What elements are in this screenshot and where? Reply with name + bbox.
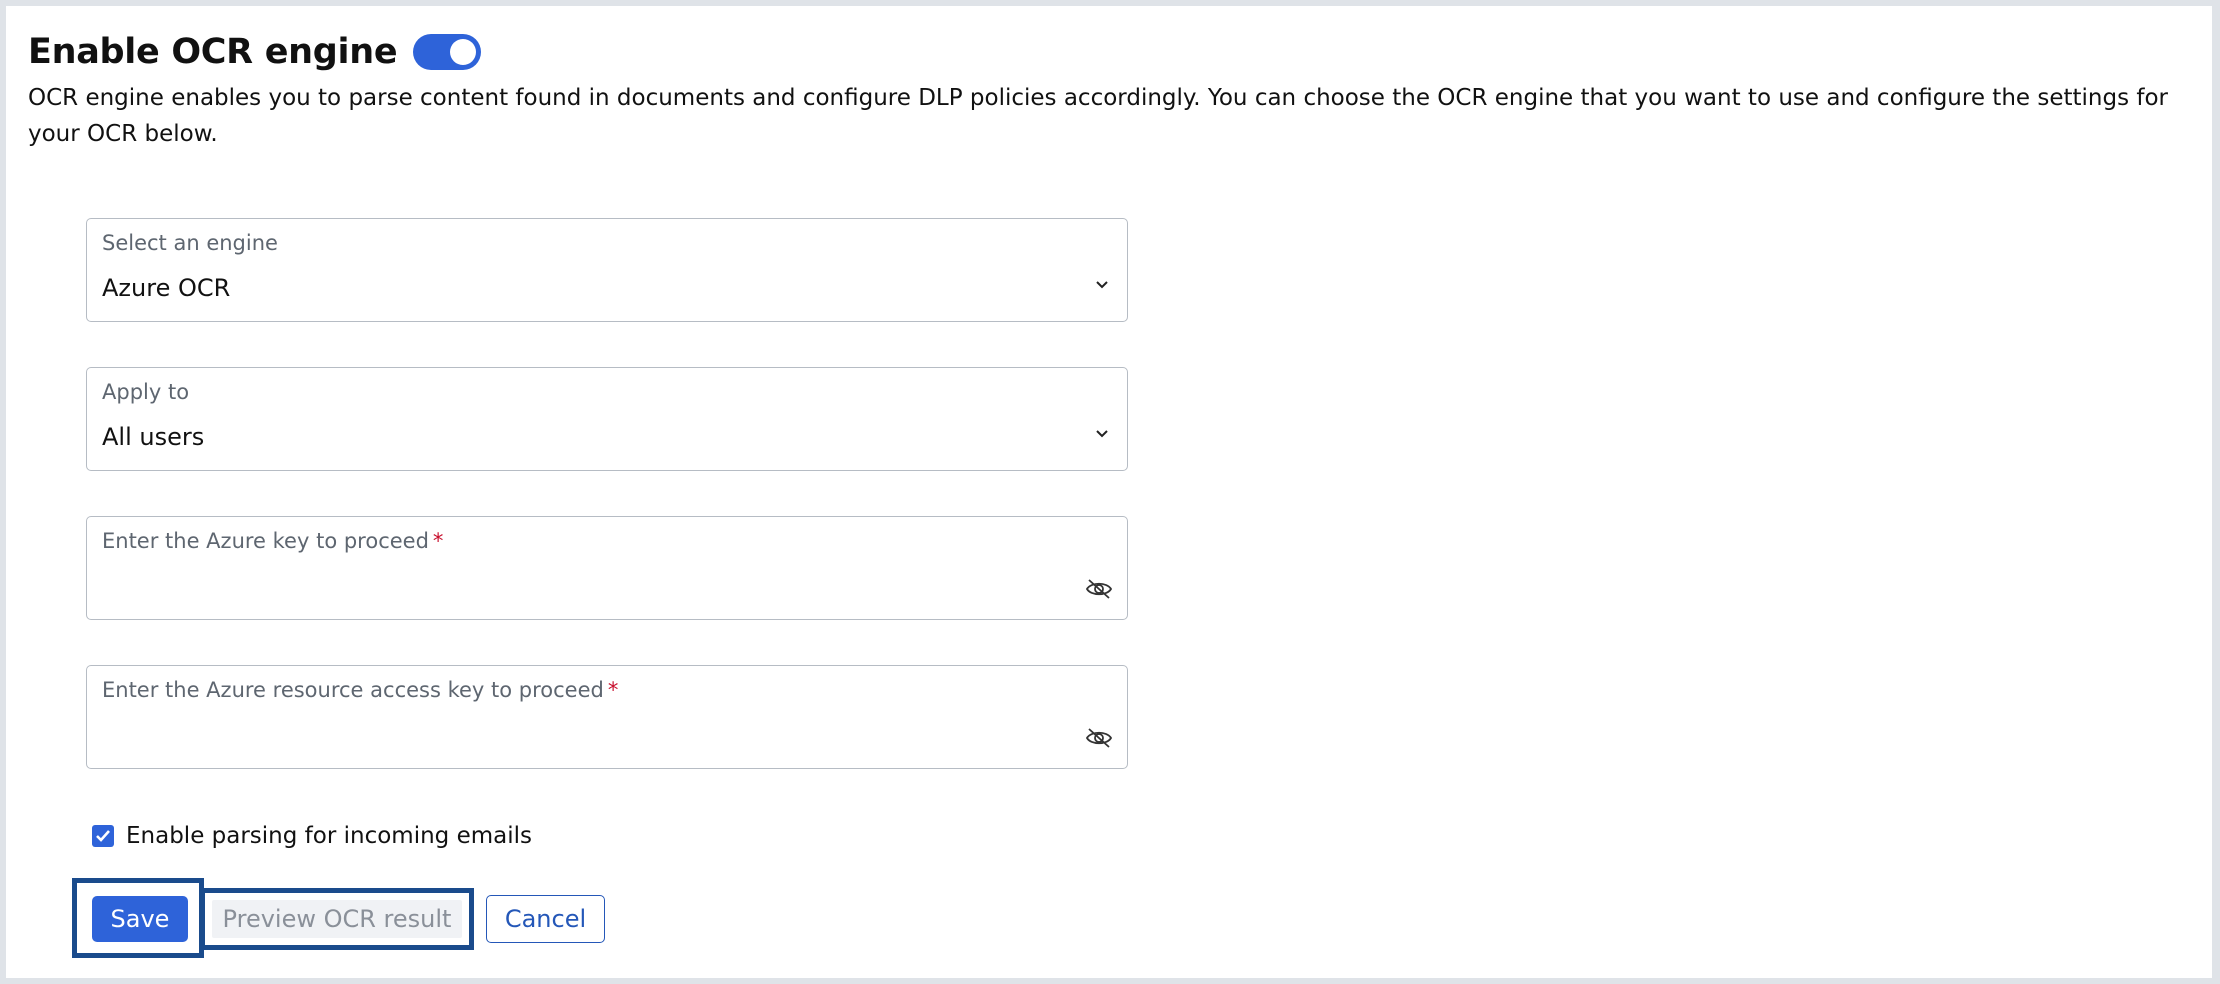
required-marker: * [432, 529, 444, 553]
chevron-down-icon [1096, 430, 1108, 438]
azure-key-field[interactable]: Enter the Azure key to proceed * [86, 516, 1128, 620]
apply-to-select[interactable]: Apply to All users [86, 367, 1128, 471]
page-title: Enable OCR engine [28, 32, 398, 72]
azure-key-label-text: Enter the Azure key to proceed [102, 529, 429, 553]
engine-select[interactable]: Select an engine Azure OCR [86, 218, 1128, 322]
enable-ocr-toggle[interactable] [413, 34, 482, 70]
checkmark-icon [96, 830, 110, 842]
cancel-button[interactable]: Cancel [486, 895, 605, 943]
resource-key-label: Enter the Azure resource access key to p… [102, 678, 618, 702]
azure-key-label: Enter the Azure key to proceed * [102, 529, 443, 553]
enable-parsing-checkbox[interactable] [92, 825, 114, 847]
engine-select-value: Azure OCR [102, 274, 231, 302]
save-button[interactable]: Save [92, 896, 188, 942]
eye-off-icon[interactable] [1085, 726, 1113, 750]
apply-to-label: Apply to [102, 380, 190, 404]
resource-key-label-text: Enter the Azure resource access key to p… [102, 678, 604, 702]
ocr-settings-panel: Enable OCR engine OCR engine enables you… [6, 6, 2212, 978]
enable-parsing-row: Enable parsing for incoming emails [92, 821, 532, 851]
title-row: Enable OCR engine [28, 28, 482, 76]
resource-key-field[interactable]: Enter the Azure resource access key to p… [86, 665, 1128, 769]
enable-parsing-label: Enable parsing for incoming emails [126, 823, 532, 849]
eye-off-icon[interactable] [1085, 577, 1113, 601]
page-description: OCR engine enables you to parse content … [28, 85, 2169, 147]
engine-select-label: Select an engine [102, 231, 278, 255]
preview-ocr-result-button[interactable]: Preview OCR result [212, 900, 462, 938]
required-marker: * [607, 678, 619, 702]
toggle-knob [450, 39, 477, 65]
chevron-down-icon [1096, 281, 1108, 289]
apply-to-value: All users [102, 423, 205, 451]
